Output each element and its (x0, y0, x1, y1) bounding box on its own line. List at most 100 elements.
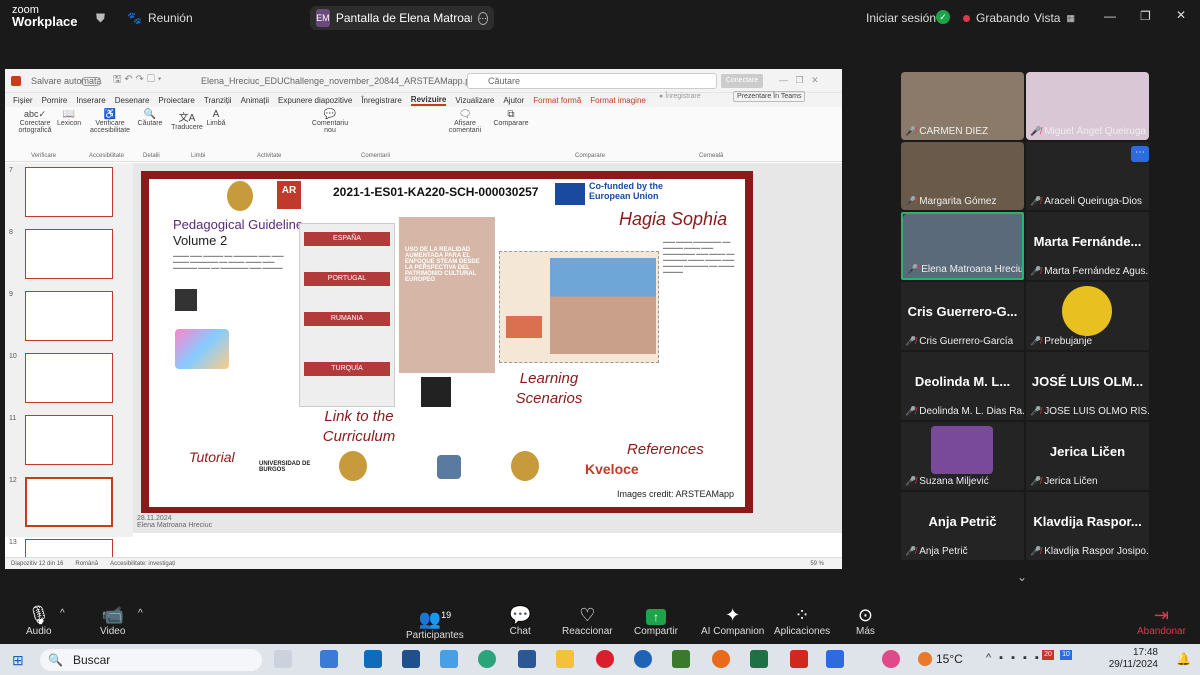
outlook-icon[interactable] (364, 650, 382, 668)
leave-button[interactable]: ⇥ Abandonar (1137, 604, 1186, 637)
share-button[interactable]: ↑ Compartir (634, 604, 678, 637)
participant-tile[interactable]: Anja Petrič 🎤̸ Anja Petrič (901, 492, 1024, 560)
chat-button[interactable]: 💬 Chat (509, 604, 531, 637)
ppt-menu-item[interactable]: Proiectare (158, 96, 194, 105)
meeting-info-button[interactable]: 🐾 Reunión (127, 11, 193, 25)
new-comment-button[interactable]: 💬 Comentariu nou (310, 109, 350, 134)
apps-button[interactable]: ⁘ Aplicaciones (774, 604, 830, 637)
participants-button[interactable]: 👥19 Participantes (406, 604, 464, 641)
signin-link[interactable]: Iniciar sesión (866, 11, 936, 25)
ppt-menu-item[interactable]: Format imagine (590, 96, 646, 105)
app-icon-4[interactable] (672, 650, 690, 668)
edge-browser-icon[interactable] (478, 650, 496, 668)
zoom-level[interactable]: 59 % (810, 561, 824, 567)
status-accessibility[interactable]: Accesibilitate: investigați (110, 561, 175, 567)
thesaurus-button[interactable]: 📖 Lexicon (57, 109, 81, 127)
notifications-app-icon[interactable] (882, 650, 900, 668)
slide-thumbnail[interactable] (25, 167, 113, 217)
language-button[interactable]: A Limbă (205, 109, 227, 127)
weather-widget[interactable]: 15°C (918, 652, 963, 666)
current-slide[interactable]: AR 2021-1-ES01-KA220-SCH-000030257 Co-fu… (141, 171, 753, 513)
zoom-app-icon[interactable] (826, 650, 844, 668)
react-button[interactable]: ♡ Reaccionar (562, 604, 613, 637)
word-icon[interactable] (518, 650, 536, 668)
minimize-button[interactable]: — (1104, 9, 1116, 23)
taskbar-search[interactable]: 🔍 Buscar (40, 649, 262, 671)
learning-scenario-page[interactable] (499, 251, 659, 363)
participant-tile[interactable]: Cris Guerrero-G... 🎤̸ Cris Guerrero-García (901, 282, 1024, 350)
windows-start-button[interactable]: ⊞ (12, 652, 24, 669)
video-options-caret[interactable]: ^ (138, 608, 143, 619)
ppt-menu-item[interactable]: Format formă (533, 96, 581, 105)
record-button[interactable]: ● Înregistrare (659, 93, 701, 100)
task-view-icon[interactable] (274, 650, 292, 668)
ppt-menu-item[interactable]: Inserare (76, 96, 105, 105)
tile-more-button[interactable]: ⋯ (1131, 146, 1149, 162)
ppt-menu-item[interactable]: Desenare (115, 96, 150, 105)
participant-tile[interactable]: 🎤̸ Prebujanje (1026, 282, 1149, 350)
ppt-menu-item[interactable]: Expunere diapozitive (278, 96, 352, 105)
slide-thumbnail[interactable] (25, 415, 113, 465)
autosave-toggle[interactable] (81, 77, 101, 86)
app-icon[interactable] (402, 650, 420, 668)
participant-tile[interactable]: JOSÉ LUIS OLM... 🎤̸ JOSÉ LUIS OLMO RÍS... (1026, 352, 1149, 420)
file-explorer-icon[interactable] (556, 650, 574, 668)
ppt-menu-item[interactable]: Pornire (42, 96, 68, 105)
ppt-menu-item[interactable]: Ajutor (503, 96, 524, 105)
ppt-menu-item[interactable]: Animații (241, 96, 269, 105)
accessibility-button[interactable]: ♿ Verificare accesibilitate (87, 109, 133, 134)
screen-share-pill[interactable]: EM Pantalla de Elena Matroana Hrec ⋯ (310, 6, 494, 30)
participant-tile[interactable]: Klavdija Raspor... 🎤̸ Klavdija Raspor Josi… (1026, 492, 1149, 560)
slide-thumbnail[interactable] (25, 229, 113, 279)
participant-tile[interactable]: Marta Fernánde... 🎤̸ Marta Fernández Agus.… (1026, 212, 1149, 280)
translate-button[interactable]: 文A Traducere (171, 109, 203, 131)
compare-button[interactable]: ⧉ Comparare (493, 109, 529, 127)
acrobat-icon[interactable] (790, 650, 808, 668)
slide-thumbnail[interactable] (25, 477, 113, 527)
close-button[interactable]: ✕ (1176, 8, 1186, 22)
audio-button[interactable]: 🎙 Audio (26, 604, 52, 637)
participant-tile[interactable]: 🎤̸ Margarita Gómez (901, 142, 1024, 210)
participant-tile[interactable]: 🎤̸Miguel Ángel Queiruga Di... (1026, 72, 1149, 140)
opera-icon[interactable] (596, 650, 614, 668)
view-button[interactable]: Vista ▦ (1034, 11, 1075, 25)
more-button[interactable]: ⊙ Más (856, 604, 875, 637)
smart-lookup-button[interactable]: 🔍 Căutare (137, 109, 163, 127)
photos-app-icon[interactable] (320, 650, 338, 668)
maximize-button[interactable]: ❐ (1140, 9, 1151, 23)
scroll-down-button[interactable]: ⌄ (1017, 570, 1027, 584)
participant-tile[interactable]: 🎤̸ Suzana Miljević (901, 422, 1024, 490)
app-icon-3[interactable] (634, 650, 652, 668)
excel-icon[interactable] (750, 650, 768, 668)
show-comments-button[interactable]: 🗨 Afișare comentarii (447, 109, 483, 134)
slide-thumbnail[interactable] (25, 291, 113, 341)
ppt-menu-item[interactable]: Revizuire (410, 95, 447, 106)
connect-button[interactable]: Conectare (721, 74, 763, 88)
participant-tile[interactable]: Jerica Ličen 🎤̸ Jerica Ličen (1026, 422, 1149, 490)
ppt-menu-item[interactable]: Fișier (13, 96, 33, 105)
ai-companion-button[interactable]: ✦ AI Companion (701, 604, 764, 637)
more-options-icon[interactable]: ⋯ (477, 11, 489, 25)
ppt-menu-item[interactable]: Vizualizare (455, 96, 494, 105)
status-language[interactable]: Română (75, 561, 98, 567)
participant-tile[interactable]: Deolinda M. L... 🎤̸ Deolinda M. L. Dias Ra… (901, 352, 1024, 420)
ppt-window-controls[interactable]: — ❐ ✕ (779, 75, 819, 86)
security-shield-button[interactable]: ⛊ (96, 11, 105, 26)
ppt-menu-item[interactable]: Înregistrare (361, 96, 401, 105)
slide-thumbnail[interactable] (25, 353, 113, 403)
encryption-icon[interactable]: ✓ (936, 10, 950, 24)
notifications-button[interactable]: 🔔 (1176, 652, 1191, 666)
present-teams-button[interactable]: Prezentare în Teams (733, 91, 806, 102)
audio-options-caret[interactable]: ^ (60, 608, 65, 619)
participant-tile[interactable]: 🎤̸ CARMEN DIEZ (901, 72, 1024, 140)
spelling-button[interactable]: abc✓ Corectare ortografică (15, 109, 55, 134)
notes-area[interactable]: 28.11.2024 Elena Matroana Hreciuc (137, 515, 212, 529)
chat-badge[interactable]: 10 (1060, 650, 1072, 660)
mail-badge[interactable]: 20 (1042, 650, 1054, 660)
participant-tile[interactable]: 🎤̸ Elena Matroana Hreciuc (901, 212, 1024, 280)
ppt-search-box[interactable]: Căutare (467, 73, 717, 89)
firefox-icon[interactable] (712, 650, 730, 668)
system-tray[interactable]: ^▪▪▪▪ (986, 652, 1047, 664)
clock[interactable]: 17:48 29/11/2024 (1104, 647, 1158, 671)
app-icon-2[interactable] (440, 650, 458, 668)
